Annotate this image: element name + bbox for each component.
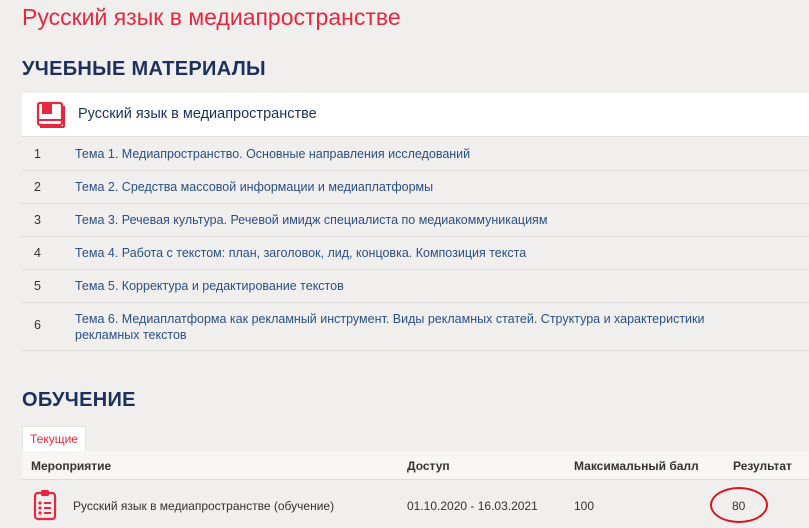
topic-link-2[interactable]: Тема 2. Средства массовой информации и м… bbox=[75, 179, 769, 195]
materials-heading: УЧЕБНЫЕ МАТЕРИАЛЫ bbox=[22, 58, 266, 80]
book-icon bbox=[36, 101, 65, 128]
topic-link-1[interactable]: Тема 1. Медиапространство. Основные напр… bbox=[75, 146, 769, 162]
table-row: Русский язык в медиапространстве (обучен… bbox=[22, 481, 809, 528]
column-header-max-score: Максимальный балл bbox=[574, 459, 699, 473]
column-header-result: Результат bbox=[733, 459, 792, 473]
column-header-access: Доступ bbox=[407, 459, 450, 473]
topic-row-3: 3 Тема 3. Речевая культура. Речевой имид… bbox=[22, 204, 809, 237]
topic-number: 4 bbox=[34, 246, 41, 260]
topic-link-3[interactable]: Тема 3. Речевая культура. Речевой имидж … bbox=[75, 212, 769, 228]
topic-number: 2 bbox=[34, 180, 41, 194]
course-title[interactable]: Русский язык в медиапространстве bbox=[78, 106, 317, 122]
course-card: Русский язык в медиапространстве bbox=[22, 93, 809, 137]
topic-number: 3 bbox=[34, 213, 41, 227]
access-dates: 01.10.2020 - 16.03.2021 bbox=[407, 499, 538, 513]
column-header-event: Мероприятие bbox=[31, 459, 112, 473]
table-header: Мероприятие Доступ Максимальный балл Рез… bbox=[22, 451, 809, 480]
clipboard-icon bbox=[33, 490, 57, 521]
topic-link-5[interactable]: Тема 5. Корректура и редактирование текс… bbox=[75, 278, 769, 294]
topic-list: 1 Тема 1. Медиапространство. Основные на… bbox=[22, 138, 809, 351]
event-link[interactable]: Русский язык в медиапространстве (обучен… bbox=[73, 499, 334, 513]
training-heading: ОБУЧЕНИЕ bbox=[22, 389, 136, 411]
max-score-value: 100 bbox=[574, 499, 595, 513]
topic-number: 6 bbox=[34, 318, 41, 332]
result-highlight-circle bbox=[710, 487, 768, 523]
page-title: Русский язык в медиапространстве bbox=[22, 4, 401, 30]
topic-row-1: 1 Тема 1. Медиапространство. Основные на… bbox=[22, 138, 809, 171]
topic-link-6[interactable]: Тема 6. Медиаплатформа как рекламный инс… bbox=[75, 311, 769, 343]
topic-row-6: 6 Тема 6. Медиаплатформа как рекламный и… bbox=[22, 303, 809, 351]
topic-row-4: 4 Тема 4. Работа с текстом: план, заголо… bbox=[22, 237, 809, 270]
tab-current[interactable]: Текущие bbox=[22, 426, 86, 452]
topic-link-4[interactable]: Тема 4. Работа с текстом: план, заголово… bbox=[75, 245, 769, 261]
topic-row-2: 2 Тема 2. Средства массовой информации и… bbox=[22, 171, 809, 204]
topic-number: 5 bbox=[34, 279, 41, 293]
topic-row-5: 5 Тема 5. Корректура и редактирование те… bbox=[22, 270, 809, 303]
topic-number: 1 bbox=[34, 147, 41, 161]
